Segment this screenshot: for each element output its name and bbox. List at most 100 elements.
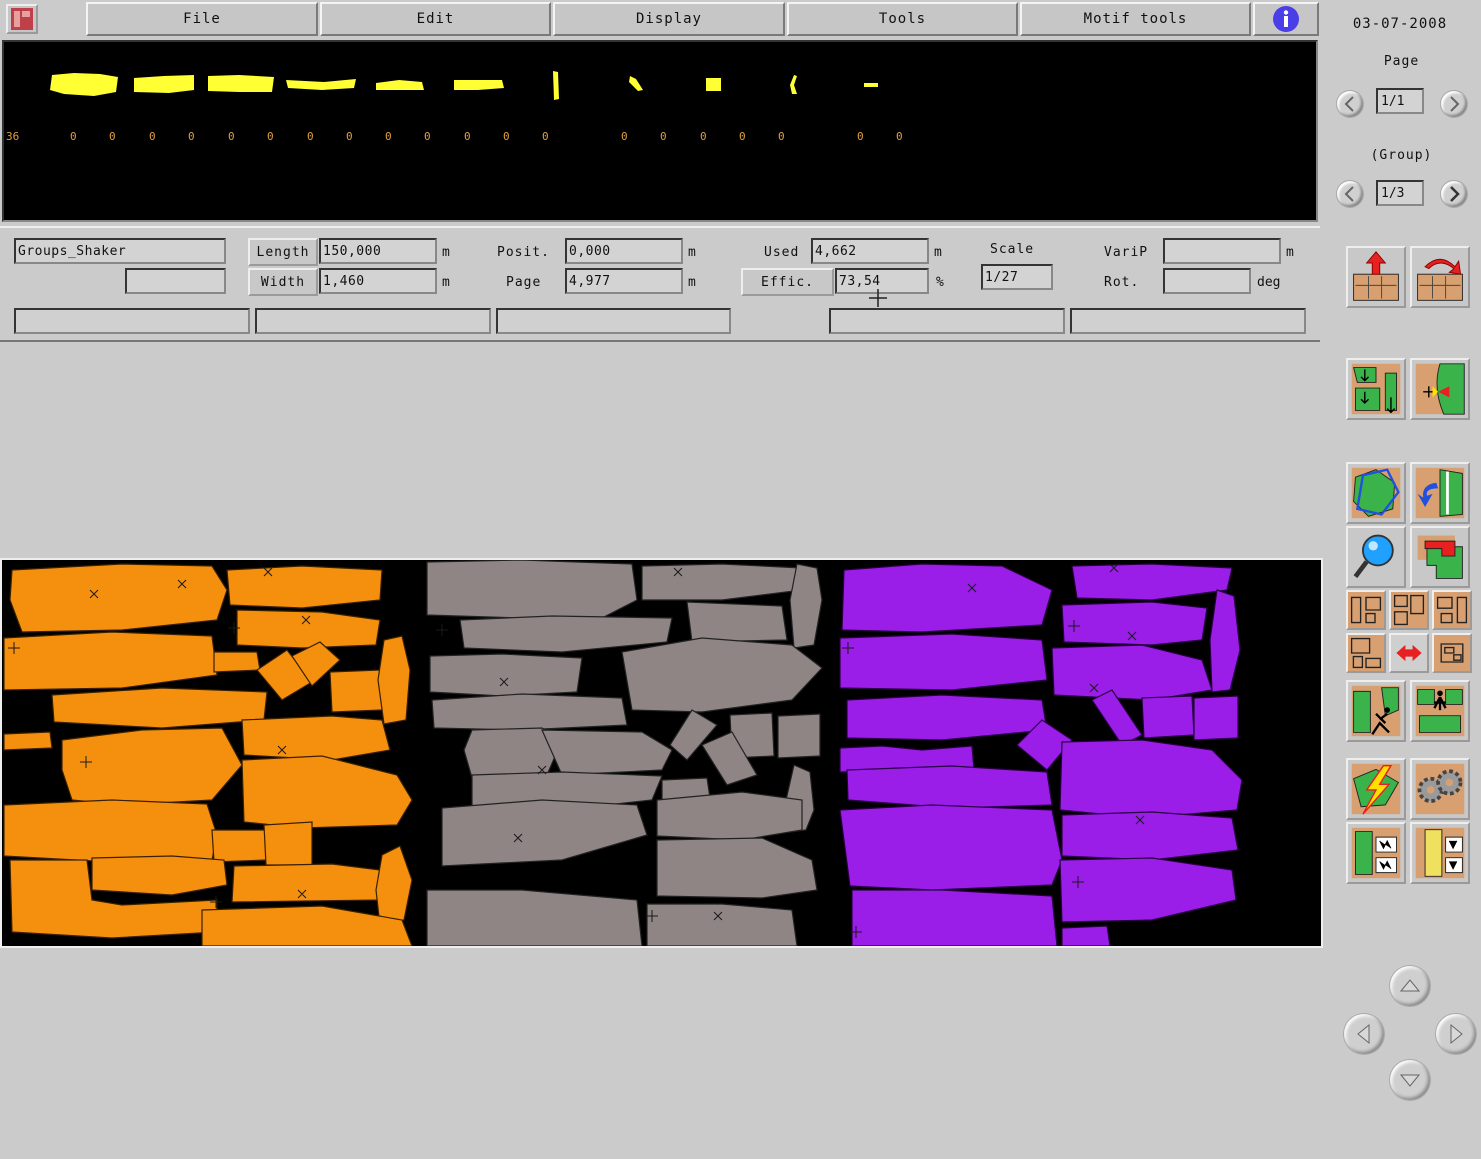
page-prev-button[interactable] bbox=[1336, 90, 1364, 118]
thumbnail-8[interactable] bbox=[629, 76, 643, 91]
rotate-piece-button[interactable] bbox=[1346, 462, 1406, 524]
varip-label: VariP bbox=[1104, 245, 1149, 260]
info-button[interactable] bbox=[1253, 2, 1319, 36]
piece-group-orange[interactable] bbox=[3, 563, 413, 946]
width-label: Width bbox=[248, 268, 318, 296]
place-pieces-icon bbox=[1351, 363, 1401, 415]
thumbnail-9[interactable] bbox=[706, 78, 721, 91]
thumbnail-count-13: 0 bbox=[542, 130, 549, 143]
page-label: Page bbox=[1383, 54, 1420, 69]
page-value-field[interactable]: 1/1 bbox=[1376, 88, 1424, 114]
align-bottom-button[interactable] bbox=[1346, 633, 1386, 673]
status-field-3 bbox=[496, 308, 731, 334]
thumbnail-count-17: 0 bbox=[739, 130, 746, 143]
rotate-layout-button[interactable] bbox=[1410, 246, 1470, 308]
page-length-field[interactable]: 4,977 bbox=[565, 268, 683, 294]
thumbnail-count-7: 0 bbox=[307, 130, 314, 143]
group-thumbnail-panel[interactable]: 36 0 0 0 0 0 0 0 0 0 0 0 0 0 0 0 0 0 0 0 0 bbox=[2, 40, 1318, 222]
thumbnail-count-row: 36 0 0 0 0 0 0 0 0 0 0 0 0 0 0 0 0 0 0 0 0 bbox=[4, 130, 1316, 146]
align-left-button[interactable] bbox=[1346, 590, 1386, 630]
scroll-up-button[interactable] bbox=[1390, 966, 1430, 1006]
scroll-left-button[interactable] bbox=[1344, 1014, 1384, 1054]
group-prev-button[interactable] bbox=[1336, 180, 1364, 208]
thumbnail-1[interactable] bbox=[50, 73, 118, 96]
used-field[interactable]: 4,662 bbox=[811, 238, 929, 264]
thumbnail-count-12: 0 bbox=[503, 130, 510, 143]
thumbnail-6[interactable] bbox=[454, 80, 504, 90]
compact-button[interactable] bbox=[1432, 633, 1472, 673]
varip-field[interactable] bbox=[1163, 238, 1281, 264]
group-next-button[interactable] bbox=[1440, 180, 1468, 208]
date-display: 03-07-2008 bbox=[1352, 16, 1448, 32]
menu-file[interactable]: File bbox=[86, 2, 318, 36]
varip-unit: m bbox=[1286, 245, 1294, 260]
align-top-button[interactable] bbox=[1389, 590, 1429, 630]
thumbnail-count-11: 0 bbox=[464, 130, 471, 143]
zoom-button[interactable] bbox=[1346, 526, 1406, 588]
arrow-left-icon bbox=[1344, 96, 1354, 112]
pieces-list-icon bbox=[1351, 827, 1401, 879]
thumbnail-count-1: 0 bbox=[70, 130, 77, 143]
piece-info-button[interactable] bbox=[1410, 822, 1470, 884]
thumbnail-count-20: 0 bbox=[896, 130, 903, 143]
menu-tools[interactable]: Tools bbox=[787, 2, 1018, 36]
page-navigator: Page 1/1 (Group) 1/3 bbox=[1322, 40, 1481, 222]
flip-piece-button[interactable] bbox=[1410, 462, 1470, 524]
push-piece-button[interactable] bbox=[1346, 680, 1406, 742]
page-next-button[interactable] bbox=[1440, 90, 1468, 118]
thumbnail-3[interactable] bbox=[208, 75, 274, 92]
piece-group-gray[interactable] bbox=[426, 560, 823, 946]
status-field-4 bbox=[829, 308, 1065, 334]
jump-piece-button[interactable] bbox=[1410, 680, 1470, 742]
thumbnail-4[interactable] bbox=[286, 79, 356, 90]
info-icon bbox=[1273, 6, 1299, 32]
arrow-down-icon bbox=[1399, 1074, 1421, 1087]
auto-nest-button[interactable] bbox=[1346, 758, 1406, 820]
pieces-list-button[interactable] bbox=[1346, 822, 1406, 884]
scroll-down-button[interactable] bbox=[1390, 1060, 1430, 1100]
menu-motif-tools[interactable]: Motif tools bbox=[1020, 2, 1251, 36]
move-horizontal-button[interactable] bbox=[1389, 633, 1429, 673]
piece-info-icon bbox=[1415, 827, 1465, 879]
group-label: (Group) bbox=[1370, 148, 1433, 163]
align-right-button[interactable] bbox=[1432, 590, 1472, 630]
menu-display[interactable]: Display bbox=[553, 2, 785, 36]
thumbnail-7[interactable] bbox=[553, 71, 559, 100]
used-unit: m bbox=[934, 245, 942, 260]
posit-field[interactable]: 0,000 bbox=[565, 238, 683, 264]
thumbnail-10[interactable] bbox=[790, 75, 797, 94]
scale-label: Scale bbox=[990, 242, 1035, 257]
thumbnail-11[interactable] bbox=[864, 83, 878, 87]
align-top-icon bbox=[1391, 592, 1427, 628]
thumbnail-count-19: 0 bbox=[857, 130, 864, 143]
thumbnail-5[interactable] bbox=[376, 80, 424, 90]
place-pieces-button[interactable] bbox=[1346, 358, 1406, 420]
flip-piece-icon bbox=[1415, 467, 1465, 519]
crosshair-cursor-icon bbox=[869, 289, 887, 307]
width-field[interactable]: 1,460 bbox=[319, 268, 437, 294]
scale-field[interactable]: 1/27 bbox=[981, 264, 1053, 290]
app-logo-icon[interactable] bbox=[6, 4, 38, 34]
thumbnail-count-3: 0 bbox=[149, 130, 156, 143]
rotate-pieces-icon bbox=[1417, 258, 1463, 301]
rotation-field[interactable] bbox=[1163, 268, 1251, 294]
thumbnail-2[interactable] bbox=[134, 75, 194, 93]
thumbnail-count-5: 0 bbox=[228, 130, 235, 143]
piece-group-purple[interactable] bbox=[839, 563, 1243, 946]
menu-edit[interactable]: Edit bbox=[320, 2, 551, 36]
overlap-piece-button[interactable] bbox=[1410, 526, 1470, 588]
thumbnail-count-18: 0 bbox=[778, 130, 785, 143]
length-field[interactable]: 150,000 bbox=[319, 238, 437, 264]
marker-canvas[interactable] bbox=[0, 558, 1323, 948]
marker-name2-field[interactable] bbox=[125, 268, 226, 294]
group-value-field[interactable]: 1/3 bbox=[1376, 180, 1424, 206]
status-field-2 bbox=[255, 308, 491, 334]
arrow-left-icon bbox=[1344, 186, 1354, 202]
thumbnail-count-15: 0 bbox=[660, 130, 667, 143]
jump-piece-icon bbox=[1415, 685, 1465, 737]
scroll-right-button[interactable] bbox=[1436, 1014, 1476, 1054]
settings-nest-button[interactable] bbox=[1410, 758, 1470, 820]
export-layout-button[interactable] bbox=[1346, 246, 1406, 308]
marker-name-field[interactable]: Groups_Shaker bbox=[14, 238, 226, 264]
merge-pieces-button[interactable] bbox=[1410, 358, 1470, 420]
